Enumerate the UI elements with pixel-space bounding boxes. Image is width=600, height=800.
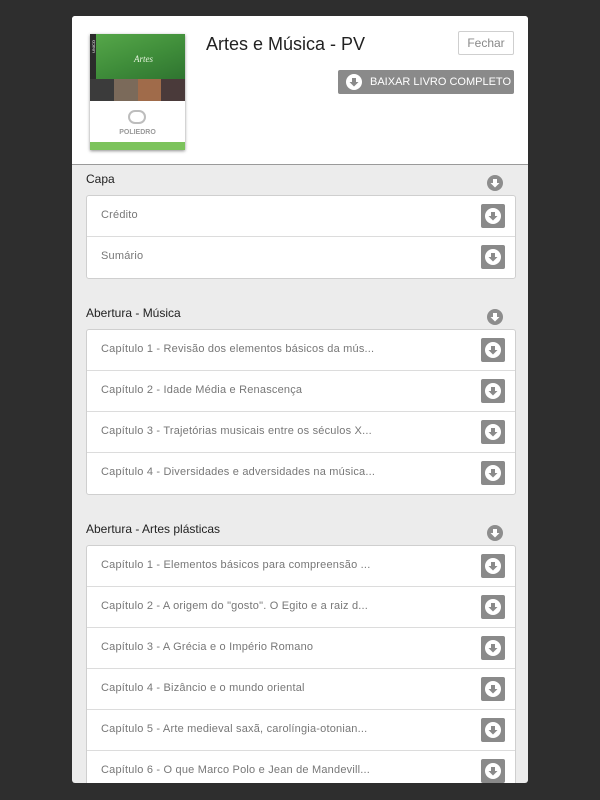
chapter-label: Capítulo 3 - Trajetórias musicais entre … bbox=[101, 425, 372, 437]
chapter-row[interactable]: Capítulo 2 - A origem do "gosto". O Egit… bbox=[87, 587, 515, 628]
publisher-logo-icon bbox=[128, 110, 146, 124]
chapter-label: Capítulo 2 - Idade Média e Renascença bbox=[101, 384, 303, 396]
book-modal: UNICO Artes POLIEDRO Artes e Música - PV… bbox=[72, 16, 528, 783]
download-icon bbox=[485, 640, 501, 656]
section-title: Abertura - Artes plásticas bbox=[86, 522, 221, 536]
chapter-row[interactable]: Capítulo 4 - Bizâncio e o mundo oriental bbox=[87, 669, 515, 710]
download-icon bbox=[485, 558, 501, 574]
chapter-download-button[interactable] bbox=[481, 718, 505, 742]
section-download-icon[interactable] bbox=[487, 525, 503, 541]
download-icon bbox=[485, 249, 501, 265]
chapter-row[interactable]: Capítulo 1 - Elementos básicos para comp… bbox=[87, 546, 515, 587]
download-icon bbox=[346, 74, 362, 90]
chapter-download-button[interactable] bbox=[481, 759, 505, 783]
chapter-download-button[interactable] bbox=[481, 677, 505, 701]
chapter-download-button[interactable] bbox=[481, 595, 505, 619]
chapter-download-button[interactable] bbox=[481, 204, 505, 228]
chapter-download-button[interactable] bbox=[481, 461, 505, 485]
cover-bottom-band bbox=[90, 142, 185, 150]
download-icon bbox=[485, 208, 501, 224]
chapter-label: Capítulo 3 - A Grécia e o Império Romano bbox=[101, 641, 314, 653]
chapter-label: Capítulo 1 - Elementos básicos para comp… bbox=[101, 559, 371, 571]
chapter-list: Capítulo 1 - Elementos básicos para comp… bbox=[86, 545, 516, 783]
book-title: Artes e Música - PV bbox=[206, 34, 366, 54]
download-full-book-label: BAIXAR LIVRO COMPLETO bbox=[370, 76, 512, 88]
cover-title: Artes bbox=[134, 54, 153, 64]
book-header: UNICO Artes POLIEDRO Artes e Música - PV… bbox=[72, 16, 528, 165]
chapter-label: Sumário bbox=[101, 250, 144, 262]
download-icon bbox=[485, 722, 501, 738]
section-title: Capa bbox=[86, 172, 115, 186]
download-icon bbox=[485, 681, 501, 697]
download-icon bbox=[485, 424, 501, 440]
chapter-row[interactable]: Capítulo 2 - Idade Média e Renascença bbox=[87, 371, 515, 412]
chapter-download-button[interactable] bbox=[481, 379, 505, 403]
chapter-row[interactable]: Capítulo 5 - Arte medieval saxã, carolín… bbox=[87, 710, 515, 751]
section-download-icon[interactable] bbox=[487, 309, 503, 325]
download-icon bbox=[485, 763, 501, 779]
cover-series: UNICO bbox=[91, 40, 96, 53]
download-icon bbox=[485, 599, 501, 615]
download-icon bbox=[485, 383, 501, 399]
chapter-label: Capítulo 5 - Arte medieval saxã, carolín… bbox=[101, 723, 368, 735]
chapter-row[interactable]: Capítulo 3 - Trajetórias musicais entre … bbox=[87, 412, 515, 453]
chapter-download-button[interactable] bbox=[481, 245, 505, 269]
chapter-download-button[interactable] bbox=[481, 338, 505, 362]
download-icon bbox=[485, 342, 501, 358]
chapter-label: Capítulo 4 - Bizâncio e o mundo oriental bbox=[101, 682, 305, 694]
close-button[interactable]: Fechar bbox=[458, 31, 514, 55]
cover-brand: POLIEDRO bbox=[119, 129, 156, 136]
chapter-row[interactable]: Crédito bbox=[87, 196, 515, 237]
chapter-row[interactable]: Capítulo 1 - Revisão dos elementos básic… bbox=[87, 330, 515, 371]
chapter-list: Crédito Sumário bbox=[86, 195, 516, 279]
section-title: Abertura - Música bbox=[86, 306, 181, 320]
book-cover: UNICO Artes POLIEDRO bbox=[90, 34, 185, 150]
chapter-row[interactable]: Capítulo 6 - O que Marco Polo e Jean de … bbox=[87, 751, 515, 783]
section-download-icon[interactable] bbox=[487, 175, 503, 191]
chapter-label: Capítulo 4 - Diversidades e adversidades… bbox=[101, 466, 376, 478]
chapter-label: Capítulo 6 - O que Marco Polo e Jean de … bbox=[101, 764, 371, 776]
download-icon bbox=[485, 465, 501, 481]
chapter-row[interactable]: Capítulo 3 - A Grécia e o Império Romano bbox=[87, 628, 515, 669]
chapter-label: Crédito bbox=[101, 209, 138, 221]
chapter-download-button[interactable] bbox=[481, 554, 505, 578]
chapter-list: Capítulo 1 - Revisão dos elementos básic… bbox=[86, 329, 516, 495]
chapter-download-button[interactable] bbox=[481, 636, 505, 660]
download-full-book-button[interactable]: BAIXAR LIVRO COMPLETO bbox=[338, 70, 514, 94]
chapter-download-button[interactable] bbox=[481, 420, 505, 444]
cover-photos bbox=[90, 79, 185, 101]
chapter-label: Capítulo 2 - A origem do "gosto". O Egit… bbox=[101, 600, 369, 612]
chapter-row[interactable]: Capítulo 4 - Diversidades e adversidades… bbox=[87, 453, 515, 494]
chapter-label: Capítulo 1 - Revisão dos elementos básic… bbox=[101, 343, 375, 355]
chapter-row[interactable]: Sumário bbox=[87, 237, 515, 278]
